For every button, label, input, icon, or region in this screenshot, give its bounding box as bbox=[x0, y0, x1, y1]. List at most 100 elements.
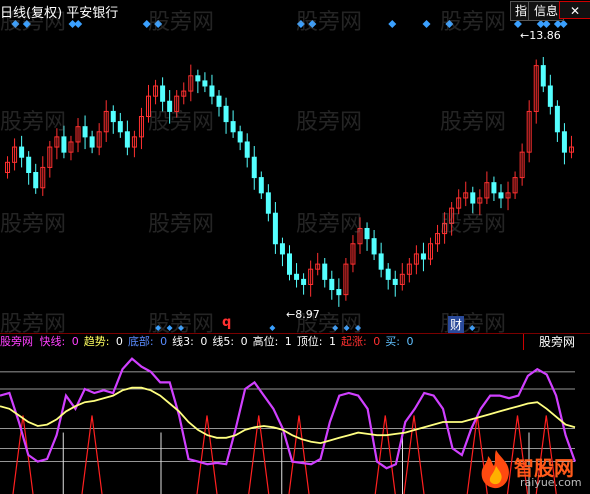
candle-body bbox=[547, 85, 553, 107]
low-price-label: ←8.97 bbox=[286, 308, 320, 321]
indicator-item-label: 底部: bbox=[127, 335, 154, 348]
watermark: 股旁网 bbox=[296, 110, 363, 135]
candle-body bbox=[491, 182, 497, 194]
candle-body bbox=[265, 192, 271, 214]
candle-body bbox=[117, 121, 123, 133]
candle-body bbox=[202, 80, 208, 87]
indicator-item-value: 0 bbox=[402, 335, 414, 348]
signal-spike bbox=[374, 415, 396, 494]
indicator-item-value: 0 bbox=[68, 335, 79, 348]
candle-body bbox=[301, 278, 307, 285]
candle-body bbox=[237, 131, 243, 143]
indicator-item-value: 0 bbox=[156, 335, 168, 348]
candle-body bbox=[26, 156, 32, 174]
signal-spike bbox=[403, 415, 425, 494]
indicator-item-label: 趋势: bbox=[83, 335, 110, 348]
indicator-name[interactable]: 股旁网 bbox=[0, 335, 33, 348]
watermark: 股旁网 bbox=[148, 110, 215, 135]
candle-body bbox=[336, 289, 342, 296]
candle-body bbox=[322, 263, 328, 280]
signal-diamond bbox=[542, 20, 551, 28]
logo-url: raiyue.com bbox=[520, 476, 582, 489]
candle-body bbox=[279, 243, 285, 255]
indicator-item-value: 1 bbox=[325, 335, 337, 348]
signal-diamond bbox=[559, 20, 568, 28]
watermark: 股旁网 bbox=[0, 212, 67, 237]
indicator-item: 底部: 0 bbox=[128, 335, 169, 348]
signal-diamond bbox=[513, 20, 522, 28]
candle-body bbox=[561, 131, 567, 153]
candle-body bbox=[498, 192, 504, 199]
indicator-source-button[interactable]: 股旁网 bbox=[523, 334, 590, 350]
indicator-item-value: 0 bbox=[196, 335, 208, 348]
indicator-item-value: 0 bbox=[369, 335, 381, 348]
q-marker: q bbox=[222, 315, 232, 330]
candle-body bbox=[209, 85, 215, 97]
indicator-legend: 股旁网 快线: 0 趋势: 0 底部: 0 线3: 0 线5: 0 高位: 1 顶位: 1起… bbox=[0, 334, 421, 350]
candle-body bbox=[82, 126, 88, 138]
high-price-label: ←13.86 bbox=[520, 29, 561, 42]
indicator-item-label: 高位: bbox=[252, 335, 279, 348]
candle-body bbox=[420, 253, 426, 260]
finance-marker[interactable]: 财 bbox=[448, 316, 465, 333]
candle-body bbox=[378, 253, 384, 270]
indicator-item-value: 1 bbox=[281, 335, 292, 348]
indicator-item: 趋势: 0 bbox=[84, 335, 125, 348]
candle-body bbox=[470, 192, 476, 204]
watermark: 股旁网 bbox=[0, 110, 67, 135]
signal-spike bbox=[288, 415, 310, 494]
candle-body bbox=[89, 136, 95, 148]
candle-body bbox=[392, 278, 398, 285]
indicator-item: 起涨: 0 bbox=[341, 335, 382, 348]
site-logo: 智股网 raiyue.com bbox=[474, 446, 590, 494]
indicator-item-label: 起涨: bbox=[341, 335, 367, 348]
watermark: 股旁网 bbox=[148, 10, 215, 35]
candle-body bbox=[19, 146, 25, 158]
indicator-item-label: 线3: bbox=[172, 335, 194, 348]
indicator-item: 快线: 0 bbox=[40, 335, 81, 348]
watermark: 股旁网 bbox=[148, 212, 215, 237]
candle-body bbox=[329, 278, 335, 291]
indicator-item: 高位: 1 bbox=[253, 335, 294, 348]
candle-body bbox=[195, 75, 201, 82]
candle-body bbox=[371, 238, 377, 255]
signal-spike bbox=[81, 415, 103, 494]
candle-body bbox=[258, 177, 264, 194]
candle-body bbox=[33, 172, 39, 189]
indicator-item-label: 快线: bbox=[39, 335, 66, 348]
signal-diamond bbox=[422, 20, 431, 28]
indicator-item: 顶位: 1 bbox=[297, 335, 338, 348]
watermark: 股旁网 bbox=[296, 212, 363, 237]
candle-body bbox=[287, 253, 292, 275]
signal-diamond bbox=[269, 325, 276, 331]
candle-body bbox=[61, 136, 67, 153]
chart-title: 日线(复权) 平安银行 bbox=[0, 6, 119, 21]
indicator-item: 线3: 0 bbox=[172, 335, 209, 348]
signal-spike bbox=[196, 415, 218, 494]
indicator-item-label: 线5: bbox=[212, 335, 235, 348]
indicator-item-value: 0 bbox=[112, 335, 123, 348]
flame-icon bbox=[481, 450, 509, 489]
candle-body bbox=[540, 65, 546, 87]
candle-body bbox=[554, 105, 560, 133]
candle-body bbox=[223, 105, 229, 123]
watermark: 股旁网 bbox=[440, 110, 507, 135]
close-icon[interactable]: ✕ bbox=[559, 1, 590, 19]
signal-spike bbox=[12, 415, 34, 494]
candle-body bbox=[272, 212, 278, 245]
candle-body bbox=[110, 110, 116, 123]
candle-body bbox=[124, 131, 130, 148]
indicator-item: 线5: 0 bbox=[212, 335, 249, 348]
candlestick-chart bbox=[5, 20, 574, 331]
signal-diamond bbox=[388, 20, 397, 28]
candle-body bbox=[364, 227, 370, 240]
watermark: 股旁网 bbox=[440, 10, 507, 35]
candle-body bbox=[216, 95, 222, 107]
watermark: 股旁网 bbox=[296, 10, 363, 35]
candle-body bbox=[385, 268, 391, 280]
watermark: 股旁网 bbox=[440, 212, 507, 237]
indicator-item: 买: 0 bbox=[385, 335, 415, 348]
indicator-item-value: 0 bbox=[237, 335, 248, 348]
candle-body bbox=[294, 273, 300, 280]
stock-chart-window: { "header": { "title": "日线(复权) 平安银行", "b… bbox=[0, 0, 590, 494]
